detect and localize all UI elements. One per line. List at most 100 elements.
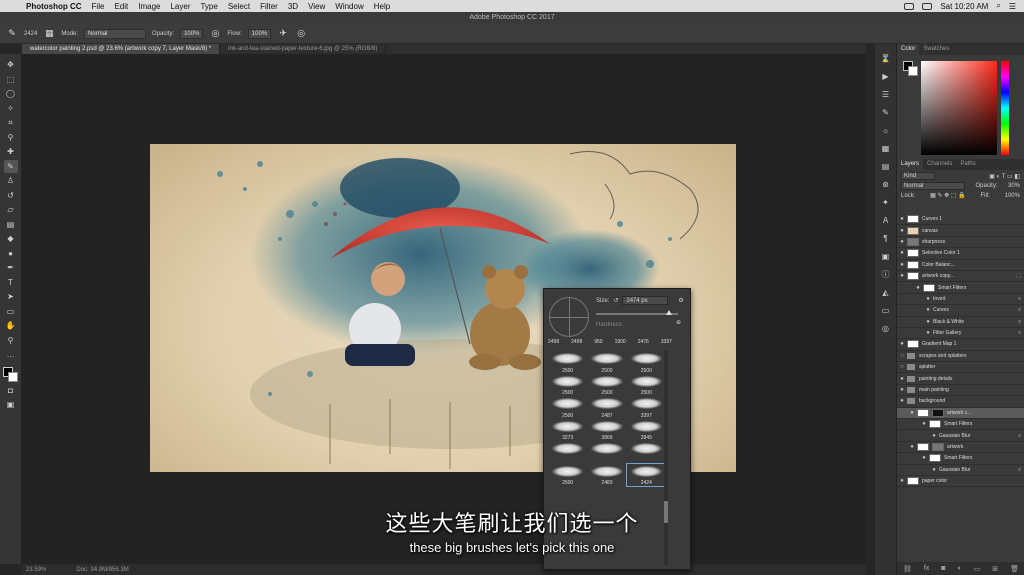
screen-mode-icon[interactable]: ▣ xyxy=(4,398,18,412)
quick-select-tool-icon[interactable]: ✧ xyxy=(4,102,18,116)
visibility-eye-icon[interactable]: ● xyxy=(897,250,907,256)
gradient-tool-icon[interactable]: ▤ xyxy=(4,218,18,232)
quick-mask-icon[interactable]: ◘ xyxy=(4,384,18,398)
app-menu[interactable]: Photoshop CC xyxy=(26,2,82,11)
properties-panel-icon[interactable]: ☰ xyxy=(880,88,892,100)
more-tools-icon[interactable]: … xyxy=(4,348,18,362)
menu-file[interactable]: File xyxy=(92,2,105,11)
menu-filter[interactable]: Filter xyxy=(260,2,278,11)
pen-tool-icon[interactable]: ✒ xyxy=(4,261,18,275)
brush-preset[interactable] xyxy=(627,441,666,464)
menu-select[interactable]: Select xyxy=(228,2,250,11)
layer-row[interactable]: ● canvas xyxy=(897,225,1024,237)
delete-layer-icon[interactable]: 🗑 xyxy=(1010,565,1019,573)
visibility-eye-icon[interactable]: ● xyxy=(923,319,933,325)
canvas-area[interactable] xyxy=(22,54,866,564)
mode-select[interactable]: Normal xyxy=(84,28,147,39)
layer-row[interactable]: ● Selective Color 1 xyxy=(897,248,1024,260)
path-select-tool-icon[interactable]: ➤ xyxy=(4,290,18,304)
layer-mask-thumbnail[interactable] xyxy=(932,443,944,451)
add-mask-icon[interactable]: ◙ xyxy=(941,565,945,572)
smart-filter-icon[interactable]: ⬚ xyxy=(1016,273,1021,279)
background-color-swatch[interactable] xyxy=(7,371,18,382)
layer-row[interactable]: ● Invert ≡ xyxy=(897,294,1024,306)
new-group-icon[interactable]: ▭ xyxy=(974,565,981,573)
history-panel-icon[interactable]: ⌛ xyxy=(880,52,892,64)
brush-panel-icon[interactable]: ▦ xyxy=(43,28,55,40)
layer-row[interactable]: ● Color Balanc... xyxy=(897,260,1024,271)
filter-icons[interactable]: ▣ ◐ T ▭ ◧ xyxy=(989,173,1020,180)
visibility-eye-icon[interactable]: ● xyxy=(929,467,939,473)
visibility-eye-icon[interactable]: ○ xyxy=(897,364,907,370)
layer-row[interactable]: ● artwork xyxy=(897,442,1024,454)
visibility-eye-icon[interactable]: ● xyxy=(897,387,907,393)
layer-style-icon[interactable]: fx xyxy=(924,565,929,572)
tab-swatches[interactable]: Swatches xyxy=(919,44,953,55)
tab-channels[interactable]: Channels xyxy=(923,159,956,170)
visibility-eye-icon[interactable]: ● xyxy=(919,455,929,461)
background-color-chip[interactable] xyxy=(908,66,918,76)
brush-preset[interactable]: 2500 xyxy=(548,374,587,396)
lasso-tool-icon[interactable]: ◯ xyxy=(4,87,18,101)
tab-layers[interactable]: Layers xyxy=(897,159,924,170)
battery-icon[interactable] xyxy=(922,2,933,10)
visibility-eye-icon[interactable]: ● xyxy=(923,296,933,302)
visibility-eye-icon[interactable]: ● xyxy=(897,478,907,484)
menu-layer[interactable]: Layer xyxy=(170,2,190,11)
brush-preset[interactable] xyxy=(548,441,587,464)
layer-row[interactable]: ● Smart Filters xyxy=(897,282,1024,294)
menu-help[interactable]: Help xyxy=(374,2,390,11)
layer-group-row[interactable]: ● main painting xyxy=(897,385,1024,397)
filter-options-icon[interactable]: ≡ xyxy=(1018,330,1021,336)
brush-preset[interactable]: 2500 xyxy=(627,351,666,374)
character-panel-icon[interactable]: A xyxy=(880,214,892,226)
layer-row[interactable]: ● Black & White ≡ xyxy=(897,317,1024,328)
tab-paper-texture[interactable]: ink-and-tea-stained-paper-texture-6.jpg … xyxy=(220,44,387,54)
filter-options-icon[interactable]: ≡ xyxy=(1018,307,1021,313)
new-layer-icon[interactable]: ⊞ xyxy=(992,565,998,573)
navigator-panel-icon[interactable]: ◭ xyxy=(880,286,892,298)
type-tool-icon[interactable]: T xyxy=(4,276,18,290)
layer-row[interactable]: ● artwork copy... ⬚ xyxy=(897,271,1024,283)
crop-tool-icon[interactable]: ⌗ xyxy=(4,116,18,130)
lock-icons[interactable]: ▦ ✎ ✥ ⬚ 🔒 xyxy=(930,192,966,199)
size-slider-knob[interactable] xyxy=(666,310,672,315)
layer-group-row[interactable]: ○ splatter xyxy=(897,362,1024,374)
layer-row[interactable]: ● Gaussian Blur ≡ xyxy=(897,430,1024,442)
brush-tool-icon[interactable]: ✎ xyxy=(6,28,18,40)
styles-panel-icon[interactable]: ▦ xyxy=(880,142,892,154)
brush-size-readout[interactable]: 2424 xyxy=(24,31,37,37)
layer-row[interactable]: ● Smart Filters xyxy=(897,453,1024,465)
visibility-eye-icon[interactable]: ● xyxy=(897,262,907,268)
stamp-tool-icon[interactable]: ♙ xyxy=(4,174,18,188)
brush-preset[interactable]: 3869 xyxy=(587,419,626,441)
visibility-eye-icon[interactable]: ● xyxy=(897,376,907,382)
brush-preset[interactable]: 3397 xyxy=(627,396,666,419)
marquee-tool-icon[interactable]: ⬚ xyxy=(4,73,18,87)
saturation-brightness-field[interactable] xyxy=(921,61,997,155)
blend-mode-select[interactable]: Normal xyxy=(901,182,965,190)
eraser-tool-icon[interactable]: ▱ xyxy=(4,203,18,217)
layer-row[interactable]: ● Curves 1 xyxy=(897,214,1024,226)
layer-group-row[interactable]: ● painting details xyxy=(897,373,1024,385)
color-swatches[interactable] xyxy=(2,366,19,383)
clone-source-icon[interactable]: ⊛ xyxy=(880,178,892,190)
brush-tool-icon[interactable]: ✎ xyxy=(3,159,18,173)
shape-tool-icon[interactable]: ▭ xyxy=(4,305,18,319)
brush-preset[interactable]: 2500 xyxy=(587,374,626,396)
brush-preset[interactable]: 2483 xyxy=(587,464,626,486)
layer-row[interactable]: ● paper color xyxy=(897,476,1024,488)
visibility-eye-icon[interactable]: ● xyxy=(897,398,907,404)
visibility-eye-icon[interactable]: ● xyxy=(897,228,907,234)
blur-tool-icon[interactable]: ◆ xyxy=(4,232,18,246)
brush-angle-preview[interactable] xyxy=(549,297,589,337)
brush-settings-gear-icon[interactable]: ⚙ xyxy=(678,297,683,304)
search-icon[interactable]: ⌕ xyxy=(996,1,1000,11)
tab-paths[interactable]: Paths xyxy=(956,159,979,170)
new-preset-icon[interactable]: ⊕ xyxy=(676,319,681,326)
move-tool-icon[interactable]: ✥ xyxy=(4,58,18,72)
channels-panel-icon[interactable]: ◎ xyxy=(880,322,892,334)
layer-row-selected[interactable]: ● artwork c... xyxy=(897,407,1024,420)
tab-color[interactable]: Color xyxy=(897,44,920,55)
filter-options-icon[interactable]: ≡ xyxy=(1018,319,1021,325)
